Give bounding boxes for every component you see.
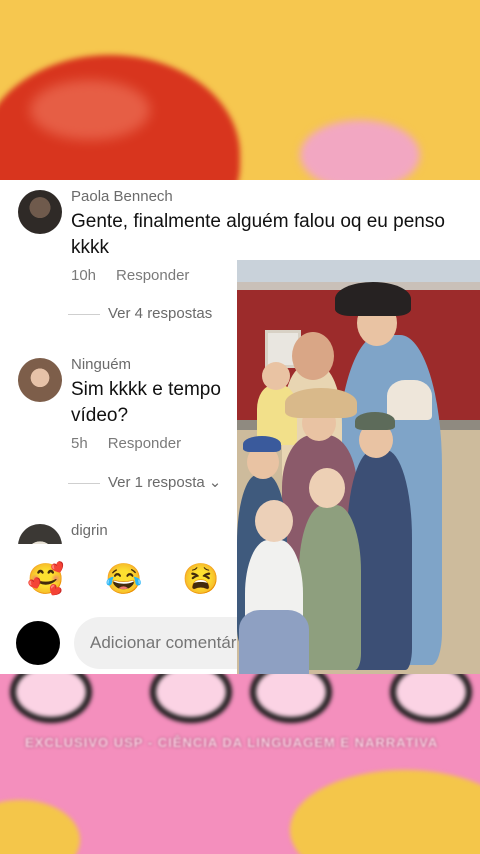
- comment-text: Sim kkkk e tempo vídeo?: [71, 379, 221, 426]
- photo-cap: [243, 436, 281, 452]
- comment-meta: 5h Responder: [71, 435, 181, 452]
- photo-person-head: [292, 332, 334, 380]
- comment-time: 10h: [71, 267, 97, 284]
- comment-username[interactable]: digrin: [71, 522, 231, 539]
- chevron-down-icon: ⌄: [208, 474, 222, 491]
- comment-meta: 10h Responder: [71, 267, 189, 284]
- divider: [68, 482, 100, 484]
- comment-body: Ninguém Sim kkkk e tempo vídeo?: [71, 356, 236, 429]
- photo-cowboy-hat: [285, 388, 357, 418]
- photo-person-head: [309, 468, 345, 508]
- comment-body: Paola Bennech Gente, finalmente alguém f…: [71, 188, 471, 261]
- avatar[interactable]: [18, 190, 62, 234]
- reply-button[interactable]: Responder: [116, 267, 189, 284]
- avatar[interactable]: [18, 358, 62, 402]
- family-photo: [237, 260, 480, 674]
- tired-face-icon[interactable]: 😫: [182, 562, 219, 598]
- face-with-tears-of-joy-icon[interactable]: 😂: [105, 562, 142, 598]
- comment-username[interactable]: Paola Bennech: [71, 188, 471, 205]
- avatar[interactable]: [16, 621, 60, 665]
- divider: [68, 313, 100, 315]
- photo-person-head: [262, 362, 290, 390]
- background-bubbles: [0, 661, 480, 726]
- view-replies-button[interactable]: Ver 1 resposta ⌄: [68, 473, 221, 491]
- view-replies-label: Ver 4 respostas: [108, 305, 213, 322]
- emoji-quick-reactions: 🥰 😂 😫: [0, 562, 240, 602]
- photo-baby: [387, 380, 432, 420]
- view-replies-label: Ver 1 resposta: [108, 474, 205, 491]
- comment-body: digrin: [71, 522, 231, 539]
- photo-skirt: [239, 610, 309, 674]
- view-replies-button[interactable]: Ver 4 respostas: [68, 305, 212, 322]
- background-caption: EXCLUSIVO USP - CIÊNCIA DA LINGUAGEM E N…: [25, 735, 439, 750]
- photo-person-head: [255, 500, 293, 542]
- comment-time: 5h: [71, 435, 88, 452]
- photo-cap: [355, 412, 395, 430]
- comment-text: Gente, finalmente alguém falou oq eu pen…: [71, 211, 445, 258]
- smiling-face-with-hearts-icon[interactable]: 🥰: [27, 562, 64, 598]
- comment-username[interactable]: Ninguém: [71, 356, 236, 373]
- photo-cowboy-hat: [335, 282, 411, 316]
- background-heart-highlight: [30, 80, 150, 140]
- reply-button[interactable]: Responder: [108, 435, 181, 452]
